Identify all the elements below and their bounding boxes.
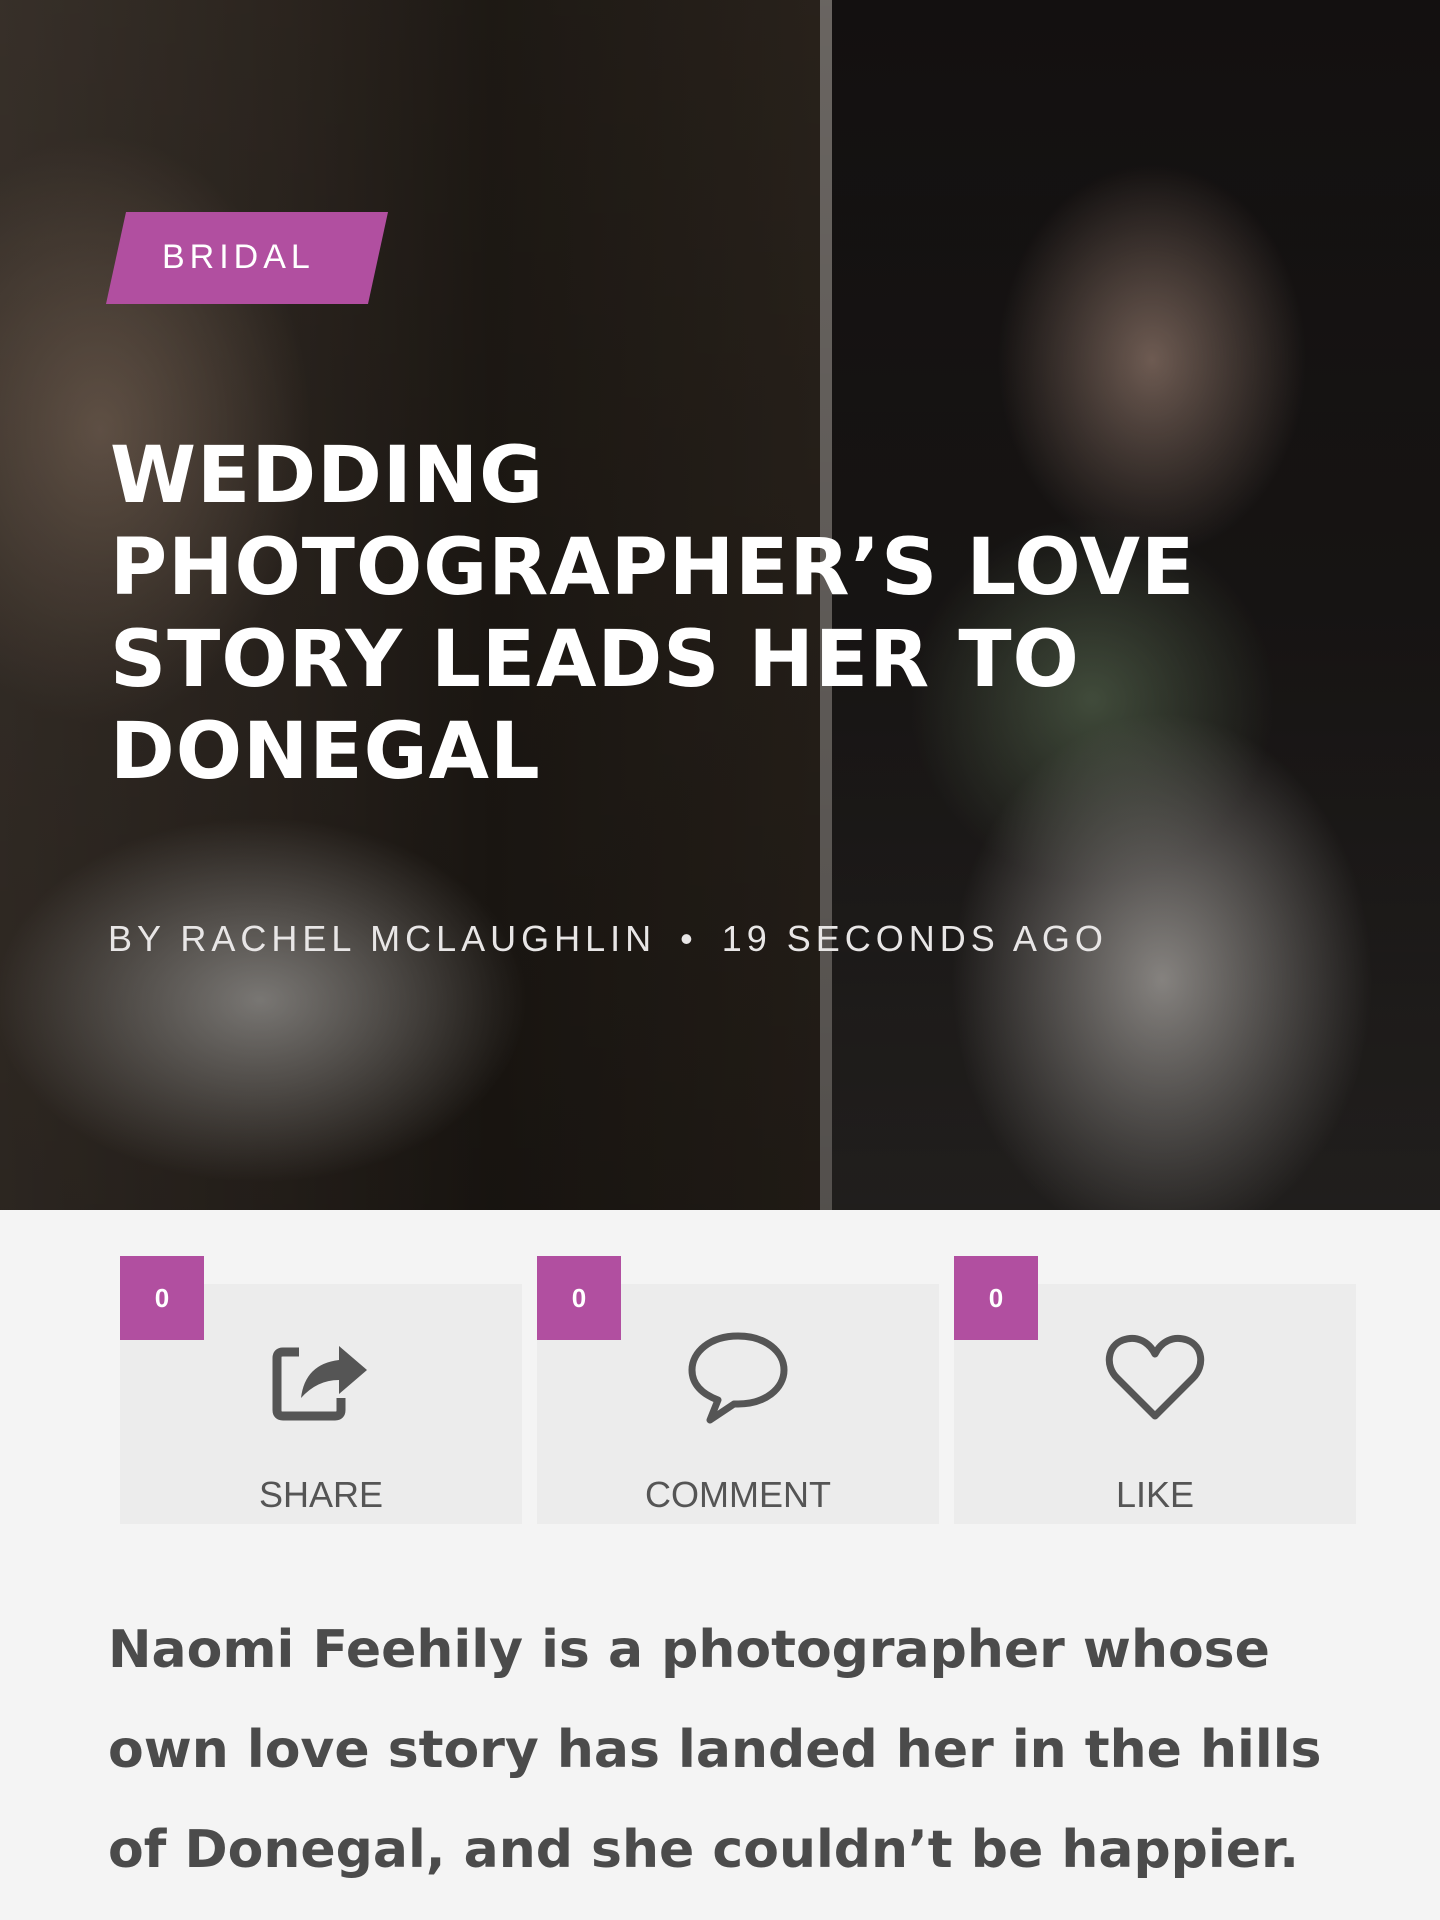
comment-count: 0 (537, 1256, 621, 1340)
heart-icon (1105, 1334, 1205, 1420)
category-badge[interactable]: BRIDAL (106, 212, 388, 304)
byline: BY RACHEL MCLAUGHLIN • 19 SECONDS AGO (108, 918, 1108, 960)
share-count: 0 (120, 1256, 204, 1340)
share-label: SHARE (258, 1474, 384, 1515)
comment-label: COMMENT (645, 1474, 831, 1515)
hero-image: BRIDAL WEDDING PHOTOGRAPHER’S LOVE STORY… (0, 0, 1440, 1210)
author-name[interactable]: BY RACHEL MCLAUGHLIN (108, 918, 656, 959)
comment-icon (688, 1332, 788, 1424)
share-button[interactable]: 0 SHARE (120, 1256, 522, 1524)
share-icon (272, 1346, 367, 1421)
comment-button[interactable]: 0 COMMENT (537, 1256, 939, 1524)
like-button[interactable]: 0 LIKE (954, 1256, 1356, 1524)
article-title: WEDDING PHOTOGRAPHER’S LOVE STORY LEADS … (110, 431, 1196, 797)
like-label: LIKE (1115, 1474, 1195, 1515)
like-count: 0 (954, 1256, 1038, 1340)
category-label: BRIDAL (162, 238, 315, 276)
byline-separator: • (680, 918, 698, 959)
article-lead: Naomi Feehily is a photographer whose ow… (108, 1620, 1322, 1880)
publish-time: 19 SECONDS AGO (721, 918, 1108, 959)
action-bar: 0 SHARE 0 COMMENT 0 LIKE (120, 1252, 1356, 1526)
